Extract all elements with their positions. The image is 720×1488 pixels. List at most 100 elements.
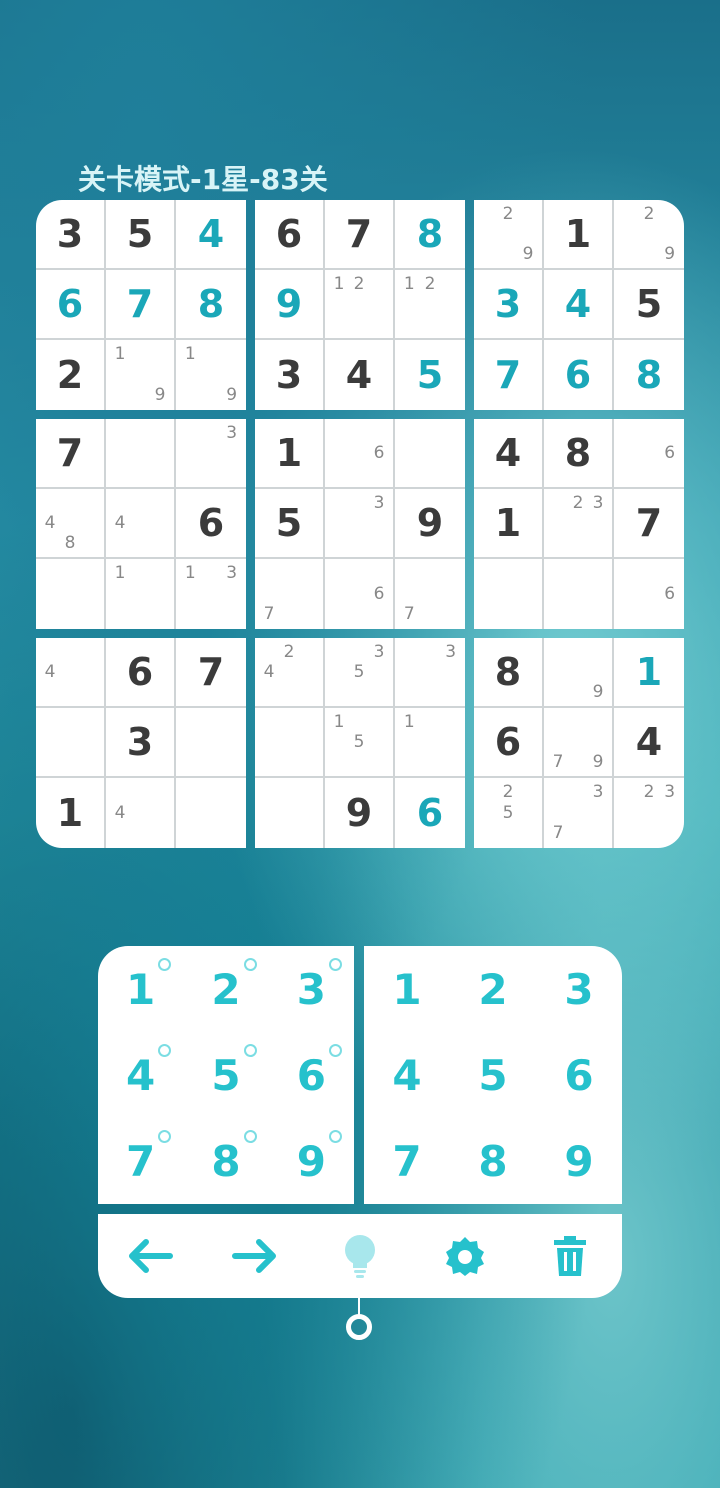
sudoku-cell[interactable]: 5 (106, 200, 176, 270)
sudoku-cell[interactable]: 3 (325, 489, 395, 559)
sudoku-cell[interactable]: 4 (176, 200, 246, 270)
sudoku-cell[interactable]: 13 (176, 559, 246, 629)
sudoku-cell[interactable] (395, 419, 465, 489)
sudoku-cell[interactable]: 6 (614, 419, 684, 489)
sudoku-cell[interactable] (36, 559, 106, 629)
sudoku-cell[interactable] (544, 559, 614, 629)
number-key-8[interactable]: 8 (450, 1118, 536, 1204)
sudoku-cell[interactable]: 19 (106, 340, 176, 410)
sudoku-cell[interactable]: 1 (106, 559, 176, 629)
sudoku-cell[interactable]: 6 (325, 559, 395, 629)
sudoku-cell[interactable]: 23 (614, 778, 684, 848)
sudoku-cell[interactable]: 4 (106, 489, 176, 559)
sudoku-cell[interactable]: 8 (176, 270, 246, 340)
note-key-4[interactable]: 4 (98, 1032, 183, 1118)
number-key-6[interactable]: 6 (536, 1032, 622, 1118)
note-key-3[interactable]: 3 (269, 946, 354, 1032)
sudoku-cell[interactable]: 2 (36, 340, 106, 410)
sudoku-cell[interactable]: 3 (106, 708, 176, 778)
number-key-9[interactable]: 9 (536, 1118, 622, 1204)
sudoku-cell[interactable]: 8 (544, 419, 614, 489)
sudoku-cell[interactable]: 6 (325, 419, 395, 489)
sudoku-cell[interactable]: 9 (255, 270, 325, 340)
sudoku-cell[interactable]: 8 (614, 340, 684, 410)
sudoku-cell[interactable]: 4 (325, 340, 395, 410)
sudoku-cell[interactable]: 5 (614, 270, 684, 340)
sudoku-cell[interactable] (255, 708, 325, 778)
sudoku-cell[interactable]: 48 (36, 489, 106, 559)
redo-button[interactable] (225, 1226, 285, 1286)
sudoku-cell[interactable]: 3 (176, 419, 246, 489)
sudoku-cell[interactable]: 3 (255, 340, 325, 410)
note-key-1[interactable]: 1 (98, 946, 183, 1032)
sudoku-cell[interactable]: 1 (255, 419, 325, 489)
sudoku-cell[interactable]: 3 (36, 200, 106, 270)
sudoku-cell[interactable]: 29 (614, 200, 684, 270)
sudoku-cell[interactable]: 6 (474, 708, 544, 778)
note-key-9[interactable]: 9 (269, 1118, 354, 1204)
sudoku-cell[interactable]: 3 (395, 638, 465, 708)
sudoku-cell[interactable]: 5 (395, 340, 465, 410)
sudoku-cell[interactable]: 79 (544, 708, 614, 778)
sudoku-cell[interactable]: 4 (614, 708, 684, 778)
drag-handle[interactable] (346, 1314, 372, 1340)
sudoku-cell[interactable] (176, 708, 246, 778)
number-key-3[interactable]: 3 (536, 946, 622, 1032)
note-key-2[interactable]: 2 (183, 946, 268, 1032)
sudoku-cell[interactable]: 4 (36, 638, 106, 708)
sudoku-cell[interactable] (474, 559, 544, 629)
sudoku-cell[interactable]: 7 (395, 559, 465, 629)
sudoku-cell[interactable]: 6 (36, 270, 106, 340)
sudoku-cell[interactable]: 1 (614, 638, 684, 708)
sudoku-cell[interactable]: 5 (255, 489, 325, 559)
sudoku-cell[interactable] (36, 708, 106, 778)
number-key-7[interactable]: 7 (364, 1118, 450, 1204)
sudoku-cell[interactable] (106, 419, 176, 489)
sudoku-cell[interactable]: 7 (255, 559, 325, 629)
sudoku-cell[interactable] (255, 778, 325, 848)
sudoku-cell[interactable]: 6 (106, 638, 176, 708)
sudoku-cell[interactable]: 9 (325, 778, 395, 848)
sudoku-cell[interactable]: 7 (176, 638, 246, 708)
number-key-5[interactable]: 5 (450, 1032, 536, 1118)
undo-button[interactable] (120, 1226, 180, 1286)
sudoku-cell[interactable]: 15 (325, 708, 395, 778)
sudoku-cell[interactable]: 12 (395, 270, 465, 340)
sudoku-cell[interactable]: 23 (544, 489, 614, 559)
sudoku-cell[interactable]: 1 (36, 778, 106, 848)
sudoku-cell[interactable]: 25 (474, 778, 544, 848)
sudoku-cell[interactable]: 6 (614, 559, 684, 629)
number-key-2[interactable]: 2 (450, 946, 536, 1032)
note-key-5[interactable]: 5 (183, 1032, 268, 1118)
sudoku-cell[interactable]: 4 (544, 270, 614, 340)
sudoku-cell[interactable]: 24 (255, 638, 325, 708)
number-key-4[interactable]: 4 (364, 1032, 450, 1118)
sudoku-cell[interactable]: 7 (36, 419, 106, 489)
sudoku-cell[interactable]: 7 (474, 340, 544, 410)
settings-button[interactable] (435, 1226, 495, 1286)
sudoku-cell[interactable]: 1 (474, 489, 544, 559)
sudoku-cell[interactable]: 6 (176, 489, 246, 559)
sudoku-cell[interactable]: 19 (176, 340, 246, 410)
sudoku-cell[interactable]: 1 (544, 200, 614, 270)
sudoku-cell[interactable]: 6 (544, 340, 614, 410)
sudoku-cell[interactable] (176, 778, 246, 848)
sudoku-cell[interactable]: 9 (544, 638, 614, 708)
sudoku-cell[interactable]: 12 (325, 270, 395, 340)
sudoku-cell[interactable]: 6 (395, 778, 465, 848)
sudoku-cell[interactable]: 8 (474, 638, 544, 708)
note-key-7[interactable]: 7 (98, 1118, 183, 1204)
sudoku-cell[interactable]: 6 (255, 200, 325, 270)
note-key-8[interactable]: 8 (183, 1118, 268, 1204)
sudoku-cell[interactable]: 7 (325, 200, 395, 270)
delete-button[interactable] (540, 1226, 600, 1286)
sudoku-cell[interactable]: 7 (106, 270, 176, 340)
sudoku-cell[interactable]: 7 (614, 489, 684, 559)
sudoku-cell[interactable]: 1 (395, 708, 465, 778)
sudoku-cell[interactable]: 8 (395, 200, 465, 270)
sudoku-cell[interactable]: 37 (544, 778, 614, 848)
sudoku-cell[interactable]: 3 (474, 270, 544, 340)
number-key-1[interactable]: 1 (364, 946, 450, 1032)
sudoku-cell[interactable]: 35 (325, 638, 395, 708)
sudoku-cell[interactable]: 9 (395, 489, 465, 559)
